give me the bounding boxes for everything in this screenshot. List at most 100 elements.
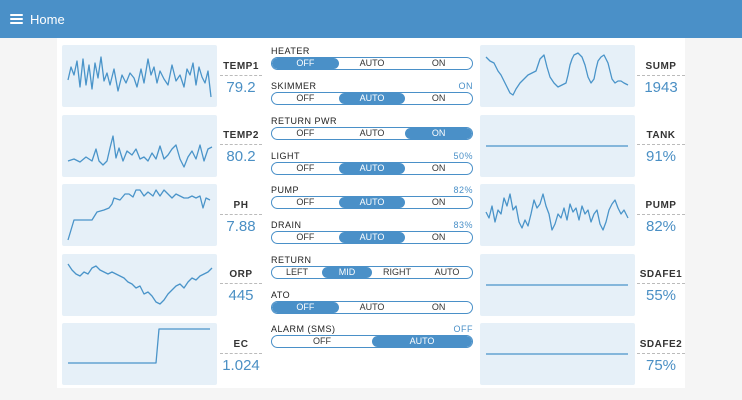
alarm-sms-status: OFF	[453, 324, 473, 334]
drain-segmented: OFF AUTO ON	[271, 231, 473, 244]
alarm-sms-option-auto[interactable]: AUTO	[372, 336, 472, 347]
ato-option-on[interactable]: ON	[405, 302, 472, 313]
pump-segmented: OFF AUTO ON	[271, 196, 473, 209]
light-status: 50%	[453, 151, 473, 161]
ph-chart	[62, 184, 217, 246]
drain-option-on[interactable]: ON	[405, 232, 472, 243]
heater-option-off[interactable]: OFF	[272, 58, 339, 69]
page-title: Home	[30, 11, 65, 27]
return-option-left[interactable]: LEFT	[272, 267, 322, 278]
pump-metric: PUMP 82%	[637, 200, 685, 235]
skimmer-label: SKIMMER	[271, 81, 317, 91]
return-segmented: LEFT MID RIGHT AUTO	[271, 266, 473, 279]
return-pwr-label: RETURN PWR	[271, 116, 337, 126]
pump-control: PUMP 82% OFF AUTO ON	[271, 184, 473, 209]
return-option-auto[interactable]: AUTO	[422, 267, 472, 278]
heater-label: HEATER	[271, 46, 310, 56]
heater-option-auto[interactable]: AUTO	[339, 58, 406, 69]
temp2-chart	[62, 115, 217, 177]
light-option-off[interactable]: OFF	[272, 163, 339, 174]
tank-value: 91%	[645, 148, 677, 165]
return-pwr-control: RETURN PWR OFF AUTO ON	[271, 115, 473, 140]
temp2-label: TEMP2	[220, 130, 262, 145]
sump-label: SUMP	[637, 61, 685, 76]
sdafe2-chart	[480, 323, 635, 385]
light-label: LIGHT	[271, 151, 301, 161]
ec-chart	[62, 323, 217, 385]
return-pwr-segmented: OFF AUTO ON	[271, 127, 473, 140]
drain-option-auto[interactable]: AUTO	[338, 232, 406, 243]
ec-metric: EC 1.024	[220, 339, 262, 374]
ato-option-off[interactable]: OFF	[272, 302, 339, 313]
sump-chart	[480, 45, 635, 107]
temp1-value: 79.2	[226, 79, 256, 96]
heater-option-on[interactable]: ON	[405, 58, 472, 69]
pump-ctrl-status: 82%	[453, 185, 473, 195]
sump-value: 1943	[644, 79, 678, 96]
sdafe1-chart	[480, 254, 635, 316]
pump-option-auto[interactable]: AUTO	[338, 197, 406, 208]
tank-label: TANK	[637, 130, 685, 145]
ec-label: EC	[220, 339, 262, 354]
menu-icon[interactable]	[10, 14, 23, 24]
temp1-label: TEMP1	[220, 61, 262, 76]
pump-option-off[interactable]: OFF	[272, 197, 339, 208]
drain-label: DRAIN	[271, 220, 302, 230]
sdafe1-value: 55%	[645, 287, 677, 304]
skimmer-status: ON	[458, 81, 473, 91]
return-pwr-option-off[interactable]: OFF	[272, 128, 339, 139]
app-header: Home	[0, 0, 742, 38]
sdafe2-metric: SDAFE2 75%	[637, 339, 685, 374]
return-option-mid[interactable]: MID	[322, 267, 372, 278]
pump-chart	[480, 184, 635, 246]
orp-chart	[62, 254, 217, 316]
tank-chart	[480, 115, 635, 177]
drain-control: DRAIN 83% OFF AUTO ON	[271, 219, 473, 244]
skimmer-option-off[interactable]: OFF	[272, 93, 339, 104]
heater-control: HEATER OFF AUTO ON	[271, 45, 473, 70]
temp1-metric: TEMP1 79.2	[220, 61, 262, 96]
skimmer-option-on[interactable]: ON	[405, 93, 472, 104]
ato-option-auto[interactable]: AUTO	[339, 302, 406, 313]
skimmer-control: SKIMMER ON OFF AUTO ON	[271, 80, 473, 105]
sdafe2-label: SDAFE2	[637, 339, 685, 354]
temp2-value: 80.2	[226, 148, 256, 165]
orp-metric: ORP 445	[220, 269, 262, 304]
drain-status: 83%	[453, 220, 473, 230]
sdafe2-value: 75%	[645, 357, 677, 374]
return-pwr-option-auto[interactable]: AUTO	[339, 128, 406, 139]
pump-label: PUMP	[637, 200, 685, 215]
ph-value: 7.88	[226, 218, 256, 235]
sump-metric: SUMP 1943	[637, 61, 685, 96]
ph-metric: PH 7.88	[220, 200, 262, 235]
return-pwr-option-on[interactable]: ON	[405, 128, 472, 139]
ato-label: ATO	[271, 290, 291, 300]
tank-metric: TANK 91%	[637, 130, 685, 165]
skimmer-segmented: OFF AUTO ON	[271, 92, 473, 105]
pump-value: 82%	[645, 218, 677, 235]
drain-option-off[interactable]: OFF	[272, 232, 339, 243]
return-label: RETURN	[271, 255, 312, 265]
orp-value: 445	[228, 287, 254, 304]
light-option-auto[interactable]: AUTO	[338, 163, 406, 174]
light-control: LIGHT 50% OFF AUTO ON	[271, 150, 473, 175]
sdafe1-metric: SDAFE1 55%	[637, 269, 685, 304]
ec-value: 1.024	[222, 357, 260, 374]
light-option-on[interactable]: ON	[405, 163, 472, 174]
ato-control: ATO OFF AUTO ON	[271, 289, 473, 314]
skimmer-option-auto[interactable]: AUTO	[338, 93, 406, 104]
alarm-sms-option-off[interactable]: OFF	[272, 336, 372, 347]
pump-ctrl-label: PUMP	[271, 185, 300, 195]
heater-segmented: OFF AUTO ON	[271, 57, 473, 70]
pump-option-on[interactable]: ON	[405, 197, 472, 208]
ph-label: PH	[220, 200, 262, 215]
ato-segmented: OFF AUTO ON	[271, 301, 473, 314]
light-segmented: OFF AUTO ON	[271, 162, 473, 175]
return-option-right[interactable]: RIGHT	[372, 267, 422, 278]
orp-label: ORP	[220, 269, 262, 284]
return-control: RETURN LEFT MID RIGHT AUTO	[271, 254, 473, 279]
alarm-sms-control: ALARM (SMS) OFF OFF AUTO	[271, 323, 473, 348]
alarm-sms-segmented: OFF AUTO	[271, 335, 473, 348]
alarm-sms-label: ALARM (SMS)	[271, 324, 336, 334]
temp2-metric: TEMP2 80.2	[220, 130, 262, 165]
